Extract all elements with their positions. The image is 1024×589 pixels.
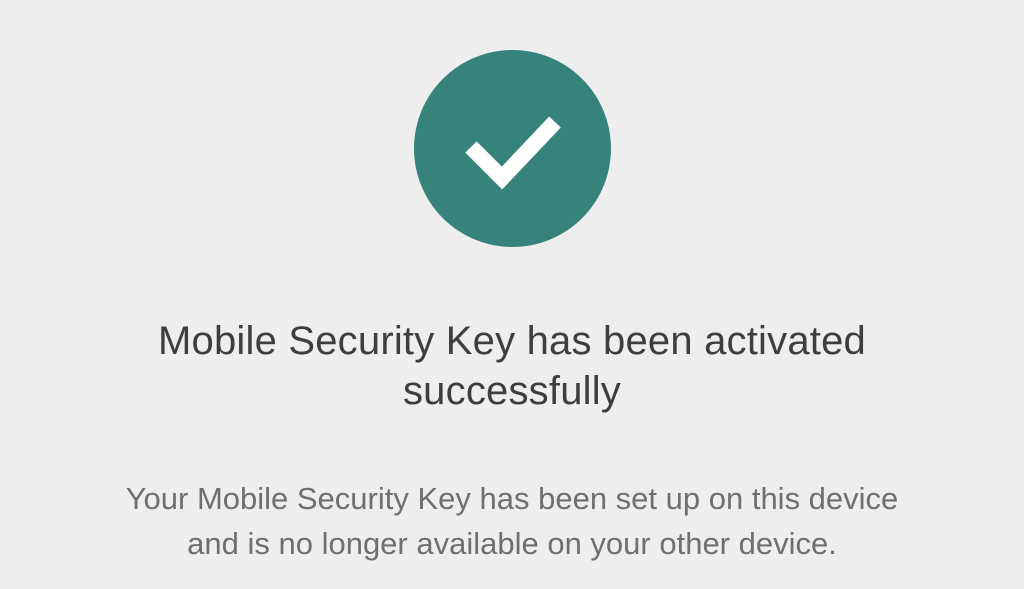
success-badge xyxy=(414,50,611,247)
checkmark-icon xyxy=(465,116,561,190)
success-message-line-2: and is no longer available on your other… xyxy=(187,526,837,561)
success-title-line-1: Mobile Security Key has been activated xyxy=(158,319,866,363)
success-title: Mobile Security Key has been activated s… xyxy=(0,316,1024,416)
success-message-line-1: Your Mobile Security Key has been set up… xyxy=(125,481,899,516)
success-message: Your Mobile Security Key has been set up… xyxy=(0,476,1024,566)
success-title-line-2: successfully xyxy=(402,369,622,413)
activation-success-screen: Mobile Security Key has been activated s… xyxy=(0,0,1024,589)
